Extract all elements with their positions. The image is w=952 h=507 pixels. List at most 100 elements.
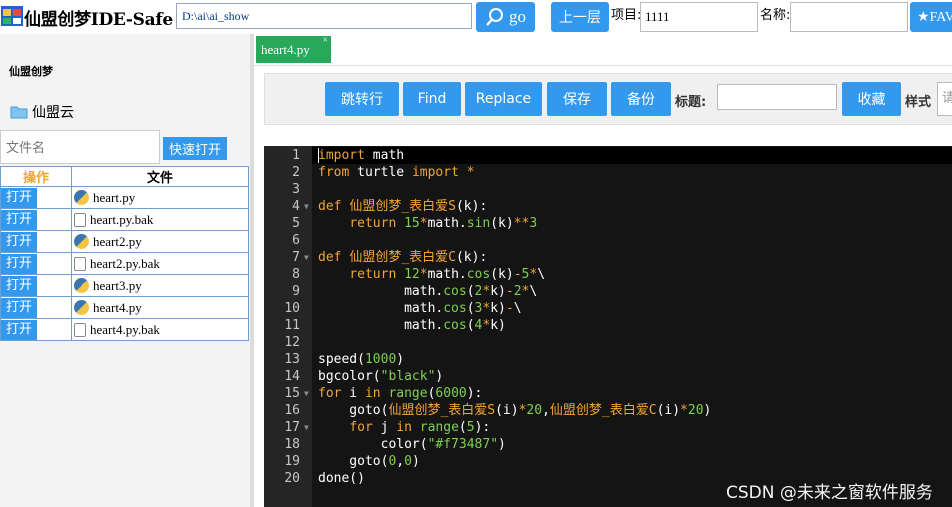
up-level-button[interactable]: 上一层	[551, 2, 609, 32]
code-line[interactable]: 8 return 12*math.cos(k)-5*\	[264, 266, 952, 283]
backup-button[interactable]: 备份	[611, 82, 671, 116]
file-row-name-cell: heart3.py	[71, 274, 249, 297]
code-text: return 12*math.cos(k)-5*\	[349, 267, 546, 282]
project-input[interactable]	[640, 2, 758, 32]
code-text: math.cos(4*k)	[318, 318, 506, 333]
open-file-button[interactable]: 打开	[1, 209, 37, 230]
favorite-button[interactable]: ★FAV	[910, 2, 952, 32]
column-header-op: 操作	[0, 166, 72, 187]
save-button[interactable]: 保存	[547, 82, 607, 116]
file-name-link[interactable]: heart.py	[72, 190, 248, 206]
filename-input[interactable]	[0, 130, 160, 164]
fold-toggle-icon[interactable]: ▼	[304, 385, 309, 402]
open-file-button[interactable]: 打开	[1, 231, 37, 252]
line-number: 2	[292, 165, 300, 180]
file-row-name-cell: heart.py	[71, 186, 249, 209]
fold-toggle-icon[interactable]: ▼	[304, 419, 309, 436]
text-cursor	[318, 148, 319, 163]
code-line[interactable]: 17 ▼ for j in range(5):	[264, 419, 952, 436]
line-number: 12	[284, 335, 300, 350]
open-file-button[interactable]: 打开	[1, 319, 37, 340]
fold-toggle-icon[interactable]: ▼	[304, 198, 309, 215]
code-line[interactable]: 6	[264, 232, 952, 249]
code-line[interactable]: 18 color("#f73487")	[264, 436, 952, 453]
line-number: 4	[292, 199, 300, 214]
code-line[interactable]: 7 ▼ def 仙盟创梦_表白爱C(k):	[264, 249, 952, 266]
code-line[interactable]: 19 goto(0,0)	[264, 453, 952, 470]
backup-file-icon	[74, 212, 86, 227]
line-number: 16	[284, 403, 300, 418]
code-text: def 仙盟创梦_表白爱S(k):	[318, 199, 488, 214]
line-number: 14	[284, 369, 300, 384]
goto-line-button[interactable]: 跳转行	[325, 82, 399, 116]
file-name-label: heart.py.bak	[90, 211, 154, 227]
quick-open-button[interactable]: 快速打开	[163, 137, 227, 160]
file-name-label: heart2.py	[93, 233, 142, 249]
title-label: 标题:	[675, 95, 707, 110]
file-name-link[interactable]: heart4.py	[72, 300, 248, 316]
find-button[interactable]: Find	[403, 82, 461, 116]
style-label: 样式	[905, 95, 932, 110]
file-name-link[interactable]: heart4.py.bak	[72, 322, 248, 338]
code-line[interactable]: 13 speed(1000)	[264, 351, 952, 368]
open-file-button[interactable]: 打开	[1, 297, 37, 318]
fold-toggle-icon[interactable]: ▼	[304, 249, 309, 266]
path-input[interactable]	[176, 3, 472, 29]
open-file-button[interactable]: 打开	[1, 253, 37, 274]
file-name-link[interactable]: heart3.py	[72, 278, 248, 294]
code-line[interactable]: 10 math.cos(3*k)-\	[264, 300, 952, 317]
code-text: from turtle import *	[318, 165, 475, 180]
code-line[interactable]: 5 return 15*math.sin(k)**3	[264, 215, 952, 232]
code-line[interactable]: 3	[264, 181, 952, 198]
code-line[interactable]: 2 from turtle import *	[264, 164, 952, 181]
name-input[interactable]	[790, 2, 908, 32]
name-label: 名称:	[760, 8, 791, 23]
tab-heart4-py[interactable]: heart4.py ×	[256, 35, 331, 63]
file-row: 打开 heart2.py.bak	[0, 252, 249, 275]
go-button[interactable]: go	[476, 2, 535, 32]
file-name-link[interactable]: heart2.py.bak	[72, 256, 248, 272]
code-line[interactable]: 14 bgcolor("black")	[264, 368, 952, 385]
file-row: 打开 heart4.py.bak	[0, 318, 249, 341]
code-line[interactable]: 9 math.cos(2*k)-2*\	[264, 283, 952, 300]
file-table: 操作 文件 打开 heart.py 打开 heart.py.bak 打开 heart2.p…	[0, 166, 249, 341]
code-line[interactable]: 11 math.cos(4*k)	[264, 317, 952, 334]
code-line[interactable]: 15 ▼ for i in range(6000):	[264, 385, 952, 402]
sidebar-scrollbar[interactable]	[250, 34, 254, 507]
open-file-button[interactable]: 打开	[1, 187, 37, 208]
line-number: 11	[284, 318, 300, 333]
file-name-link[interactable]: heart.py.bak	[72, 212, 248, 228]
folder-icon	[10, 106, 28, 119]
cloud-folder-label: 仙盟云	[32, 105, 74, 121]
collect-button[interactable]: 收藏	[842, 82, 901, 116]
code-line[interactable]: 1 import math	[264, 147, 952, 164]
file-name-label: heart2.py.bak	[90, 255, 160, 271]
replace-button[interactable]: Replace	[465, 82, 542, 116]
file-row-op-cell: 打开	[0, 252, 72, 275]
title-input[interactable]	[717, 84, 837, 110]
file-row-name-cell: heart2.py.bak	[71, 252, 249, 275]
python-file-icon	[74, 234, 89, 249]
line-number: 20	[284, 471, 300, 486]
code-text: speed(1000)	[318, 352, 405, 367]
line-number: 5	[292, 216, 300, 231]
line-number: 19	[284, 454, 300, 469]
tab-close-icon[interactable]: ×	[322, 35, 328, 46]
column-header-file: 文件	[71, 166, 249, 187]
file-name-link[interactable]: heart2.py	[72, 234, 248, 250]
line-number: 17	[284, 420, 300, 435]
style-select[interactable]: 请	[937, 82, 952, 116]
code-text: math.cos(2*k)-2*\	[318, 284, 538, 299]
code-line[interactable]: 12	[264, 334, 952, 351]
code-line[interactable]: 16 goto(仙盟创梦_表白爱S(i)*20,仙盟创梦_表白爱C(i)*20)	[264, 402, 952, 419]
file-row-name-cell: heart2.py	[71, 230, 249, 253]
open-file-button[interactable]: 打开	[1, 275, 37, 296]
cloud-folder-link[interactable]: 仙盟云	[10, 102, 74, 122]
file-row: 打开 heart3.py	[0, 274, 249, 297]
line-number: 7	[292, 250, 300, 265]
file-row-op-cell: 打开	[0, 208, 72, 231]
file-name-label: heart.py	[93, 189, 136, 205]
code-text: goto(0,0)	[318, 454, 420, 469]
line-number: 18	[284, 437, 300, 452]
code-line[interactable]: 4 ▼ def 仙盟创梦_表白爱S(k):	[264, 198, 952, 215]
